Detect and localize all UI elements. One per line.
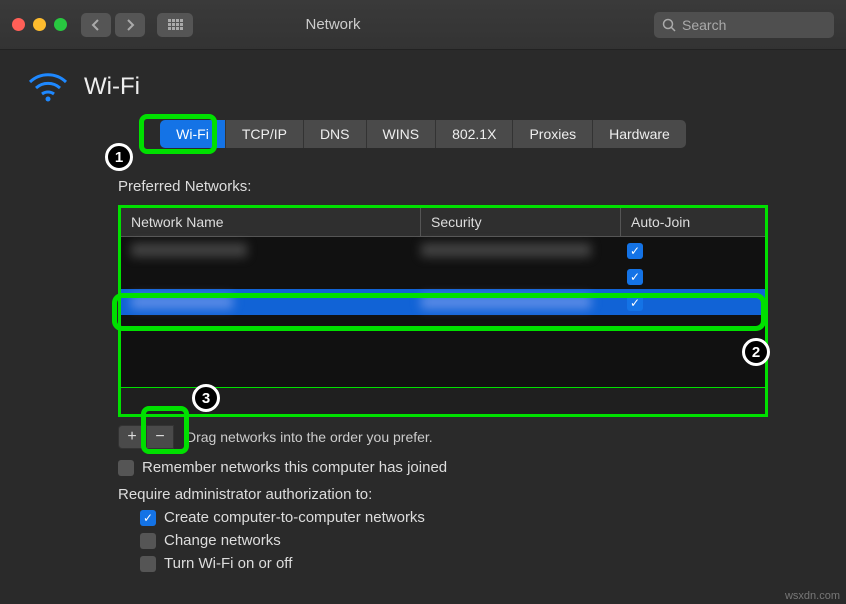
show-all-button[interactable] (157, 13, 193, 37)
column-security[interactable]: Security (421, 208, 621, 236)
admin-toggle-checkbox[interactable] (140, 556, 156, 572)
annotation-badge-3: 3 (192, 384, 220, 412)
wifi-icon (28, 72, 68, 102)
admin-change-checkbox[interactable] (140, 533, 156, 549)
security-redacted (421, 243, 591, 257)
admin-create-label: Create computer-to-computer networks (164, 509, 425, 526)
table-row[interactable]: ✓ (121, 237, 765, 263)
forward-button[interactable] (115, 13, 145, 37)
admin-change-label: Change networks (164, 532, 281, 549)
chevron-right-icon (125, 19, 135, 31)
page-heading: Wi-Fi (28, 72, 818, 102)
table-row-selected[interactable]: ✓ (121, 289, 765, 315)
back-button[interactable] (81, 13, 111, 37)
column-network-name[interactable]: Network Name (121, 208, 421, 236)
chevron-left-icon (91, 19, 101, 31)
tab-hardware[interactable]: Hardware (593, 120, 686, 148)
tab-bar: Wi-Fi TCP/IP DNS WINS 802.1X Proxies Har… (28, 120, 818, 148)
table-header: Network Name Security Auto-Join (121, 208, 765, 237)
close-icon[interactable] (12, 18, 25, 31)
zoom-icon[interactable] (54, 18, 67, 31)
admin-create-checkbox[interactable]: ✓ (140, 510, 156, 526)
tab-proxies[interactable]: Proxies (513, 120, 593, 148)
table-row[interactable]: ✓ (121, 263, 765, 289)
grid-icon (168, 19, 183, 30)
tab-wifi[interactable]: Wi-Fi (160, 120, 226, 148)
search-input[interactable]: Search (654, 12, 834, 38)
tab-8021x[interactable]: 802.1X (436, 120, 513, 148)
tab-tcpip[interactable]: TCP/IP (226, 120, 304, 148)
autojoin-checkbox[interactable]: ✓ (627, 243, 643, 259)
admin-auth-label: Require administrator authorization to: (118, 486, 738, 503)
security-redacted (421, 295, 591, 309)
annotation-badge-1: 1 (105, 143, 133, 171)
drag-hint: Drag networks into the order you prefer. (186, 429, 433, 445)
preferred-networks-table: Network Name Security Auto-Join ✓ ✓ (118, 205, 768, 387)
watermark: wsxdn.com (785, 590, 840, 602)
page-title: Wi-Fi (84, 73, 140, 101)
search-placeholder: Search (682, 17, 726, 33)
titlebar: Network Search (0, 0, 846, 50)
column-auto-join[interactable]: Auto-Join (621, 208, 765, 236)
add-network-button[interactable]: + (118, 425, 146, 449)
remember-checkbox[interactable] (118, 460, 134, 476)
traffic-lights (12, 18, 67, 31)
network-name-redacted (131, 295, 233, 309)
network-name-redacted (131, 243, 247, 257)
admin-toggle-label: Turn Wi-Fi on or off (164, 555, 292, 572)
search-icon (662, 18, 676, 32)
autojoin-checkbox[interactable]: ✓ (627, 269, 643, 285)
tab-dns[interactable]: DNS (304, 120, 367, 148)
autojoin-checkbox[interactable]: ✓ (627, 295, 643, 311)
minimize-icon[interactable] (33, 18, 46, 31)
tab-wins[interactable]: WINS (367, 120, 437, 148)
annotation-badge-2: 2 (742, 338, 770, 366)
preferred-networks-label: Preferred Networks: (118, 178, 738, 195)
table-body: ✓ ✓ ✓ (121, 237, 765, 387)
remember-label: Remember networks this computer has join… (142, 459, 447, 476)
remove-network-button[interactable]: − (146, 425, 174, 449)
